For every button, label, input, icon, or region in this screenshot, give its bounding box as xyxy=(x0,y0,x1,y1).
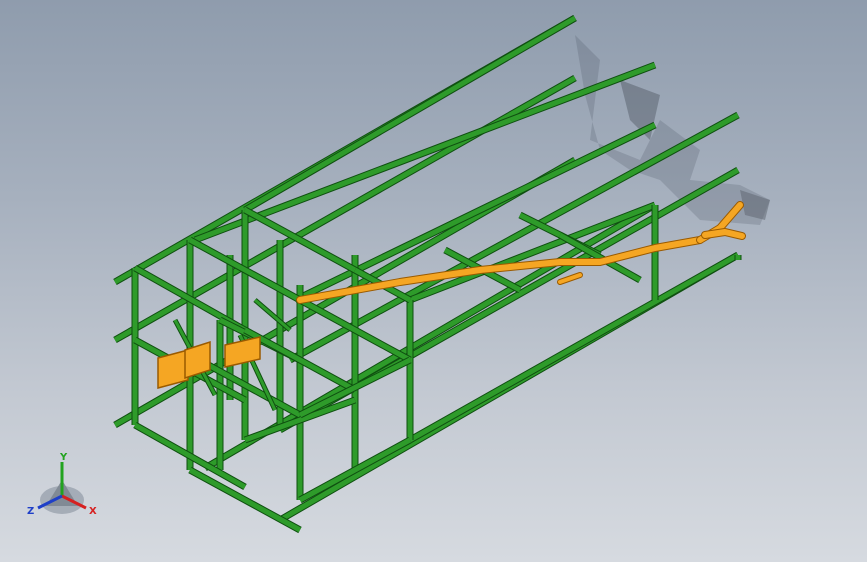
triad-y-label: Y xyxy=(59,452,68,463)
long-beam-6[interactable] xyxy=(194,62,656,243)
triad-z-label: Z xyxy=(27,506,34,517)
cross-member-5[interactable] xyxy=(188,467,302,533)
coordinate-triad: Y X Z xyxy=(27,452,97,517)
cad-3d-viewport[interactable]: Y X Z xyxy=(0,0,867,562)
model-scene[interactable]: Y X Z xyxy=(0,0,867,562)
cross-member-3[interactable] xyxy=(243,207,357,273)
model-shadow xyxy=(575,35,770,225)
brace-3[interactable] xyxy=(254,298,291,332)
triad-x-label: X xyxy=(89,506,97,517)
